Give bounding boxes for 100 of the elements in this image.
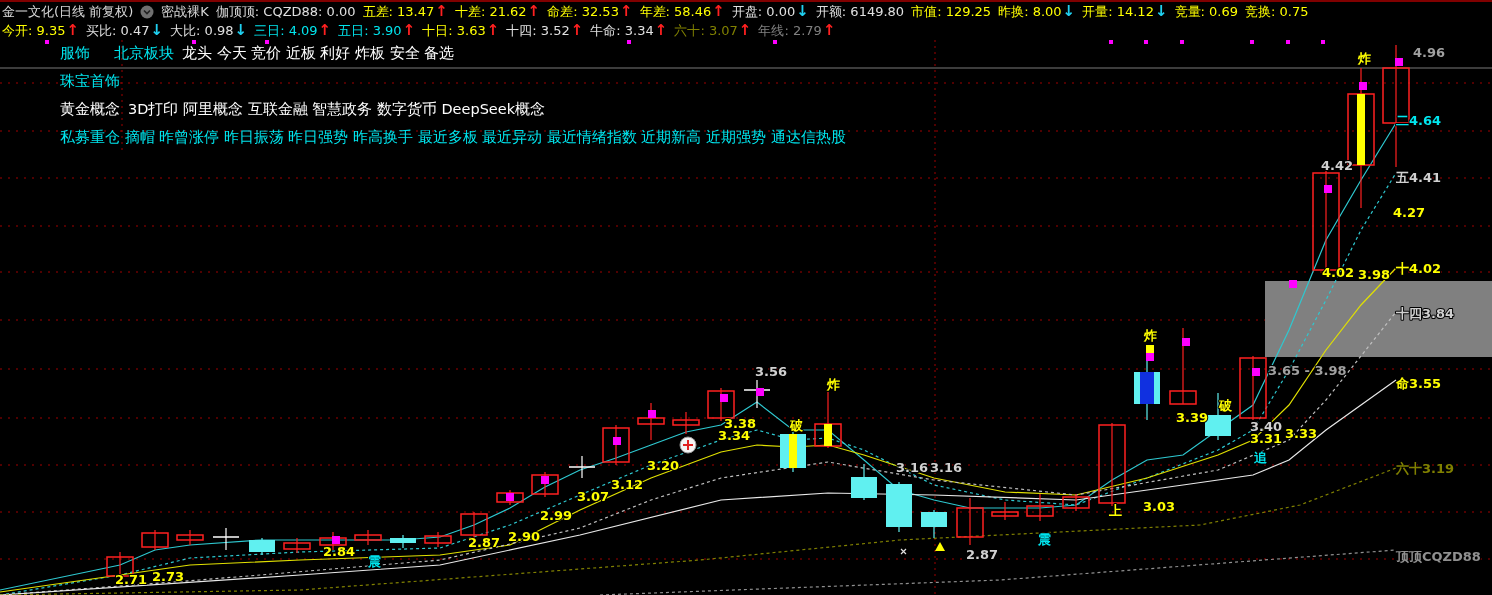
candlestick [743, 379, 771, 409]
indicator-value: 竞换: 0.75 [1244, 2, 1309, 21]
price-label: 4.96 [1413, 45, 1446, 60]
indicator-value: 五日: 3.90 [338, 21, 402, 40]
price-label: 2.84 [323, 544, 356, 559]
indicator-value: 买比: 0.47 [86, 21, 150, 40]
trend-arrow: ↓ [796, 4, 809, 19]
concept-tag[interactable]: 黄金概念 [60, 100, 120, 119]
indicator-value: 十日: 3.63 [422, 21, 486, 40]
trend-arrow: ↑ [527, 4, 541, 19]
indicator-name[interactable]: 密战裸K [161, 2, 209, 21]
indicator-value: 五差: 13.47 [362, 2, 435, 21]
price-label: 4.27 [1393, 205, 1426, 220]
price-label: 2.71 [115, 572, 148, 587]
candlestick [921, 509, 947, 539]
candlestick [496, 489, 524, 506]
indicator-value: 市值: 129.25 [911, 2, 992, 21]
price-label: 十4.02 [1396, 261, 1442, 276]
candlestick [1026, 493, 1054, 522]
concept-tag[interactable]: 珠宝首饰 [60, 72, 120, 91]
trend-arrow: ↑ [402, 23, 416, 38]
concept-tag[interactable]: 服饰 [60, 44, 90, 63]
indicator-value: 开量: 14.12 [1082, 2, 1154, 21]
price-label: 3.07 [577, 489, 610, 504]
signal-marker [506, 493, 514, 501]
candlestick [672, 411, 700, 435]
candlestick [602, 424, 630, 466]
price-label: 追 [1254, 450, 1267, 465]
concept-tag[interactable]: 北京板块 [114, 44, 174, 63]
indicator-value: 命差: 32.53 [547, 2, 619, 21]
signal-marker [1395, 58, 1403, 66]
indicator-value: 三日: 4.09 [254, 21, 318, 40]
candlestick [141, 529, 169, 551]
price-label: 五4.41 [1396, 170, 1442, 185]
trend-arrow: ↓ [1062, 4, 1076, 19]
price-label: 3.39 [1176, 410, 1209, 425]
indicator-value: 年差: 58.46 [639, 2, 712, 21]
candlestick [1239, 355, 1267, 421]
signal-marker [1252, 368, 1260, 376]
price-label: 3.34 [718, 428, 751, 443]
price-label: 3.38 [724, 416, 757, 431]
concept-tag[interactable]: 龙头 今天 竞价 近板 利好 炸板 安全 备选 [182, 44, 455, 63]
price-label: 六十3.19 [1396, 461, 1455, 476]
signal-marker [1324, 185, 1332, 193]
price-label: 3.12 [611, 477, 644, 492]
candlestick [851, 463, 877, 501]
candlestick [886, 481, 912, 533]
price-label: 顶顶CQZD88 [1396, 549, 1481, 564]
candlestick [637, 402, 665, 441]
stock-title: 金一文化(日线 前复权) [2, 2, 134, 21]
signal-marker [756, 388, 764, 396]
signal-marker [332, 536, 340, 544]
candlestick [283, 537, 311, 554]
price-label: 炸 [827, 377, 840, 392]
price-label: 上 [1109, 503, 1122, 518]
price-label: 震 [1038, 532, 1051, 547]
trend-arrow: ↑ [570, 23, 584, 38]
signal-marker [648, 410, 656, 418]
price-label: 震 [368, 554, 381, 569]
candlestick [991, 501, 1019, 521]
price-label: 命3.55 [1396, 376, 1442, 391]
candlestick [1062, 493, 1090, 512]
trend-arrow: ↑ [619, 4, 633, 19]
price-label: 4.42 [1321, 158, 1354, 173]
price-label: 炸 [1144, 328, 1157, 343]
price-label: 3.31 [1250, 431, 1283, 446]
add-icon[interactable] [679, 436, 697, 454]
trend-arrow: ↑ [435, 4, 448, 19]
signal-marker [720, 394, 728, 402]
trend-arrow: ↑ [712, 4, 725, 19]
indicator-value: 开额: 6149.80 [815, 2, 905, 21]
trend-arrow: ↓ [234, 23, 248, 38]
price-label: 3.33 [1285, 426, 1318, 441]
price-label: 2.87 [468, 535, 501, 550]
signal-marker [1289, 280, 1297, 288]
trend-arrow: ↑ [654, 23, 668, 38]
price-label: 3.16 [930, 460, 963, 475]
triangle-icon [935, 542, 945, 551]
concept-tag[interactable]: 3D打印 阿里概念 互联金融 智慧政务 数字货币 DeepSeek概念 [128, 100, 546, 119]
trend-arrow: ↑ [822, 23, 836, 38]
price-label: 破 [790, 418, 803, 433]
candlestick [354, 529, 382, 546]
candlestick [249, 537, 275, 556]
chevron-down-icon[interactable] [140, 4, 155, 19]
signal-marker [613, 437, 621, 445]
indicator-value: 年线: 2.79 [758, 21, 822, 40]
price-label: 2.73 [152, 569, 185, 584]
trend-arrow: ↑ [66, 23, 80, 38]
trend-arrow: ↓ [1154, 4, 1168, 19]
price-label: 十四3.84 [1396, 306, 1455, 321]
indicator-value: 大比: 0.98 [170, 21, 234, 40]
trend-arrow: ↑ [318, 23, 332, 38]
cross-icon [900, 548, 907, 555]
candlestick [390, 534, 416, 549]
candlestick [212, 527, 240, 551]
indicator-value: 十差: 21.62 [454, 2, 527, 21]
price-label: 3.98 [1358, 267, 1391, 282]
concept-tag[interactable]: 私募重仓 摘帽 昨曾涨停 昨日振荡 昨日强势 昨高换手 最近多板 最近异动 最近情绪指数 近期新高 近期强势 通达信热股 [60, 128, 846, 147]
indicator-value: 昨换: 8.00 [998, 2, 1062, 21]
price-label: 3.65 - 3.98 [1268, 363, 1347, 378]
